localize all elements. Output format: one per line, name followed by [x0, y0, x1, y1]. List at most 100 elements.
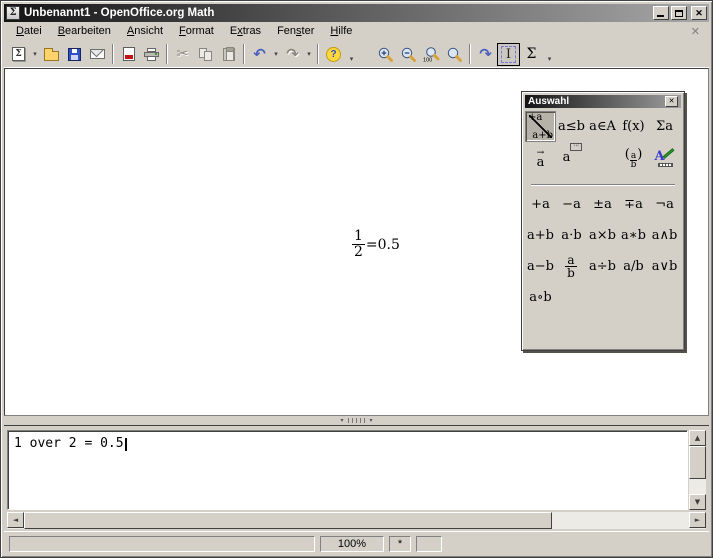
- symbol-a-div-b[interactable]: a÷b: [587, 251, 618, 282]
- pdf-document-icon: [123, 47, 135, 61]
- menu-ansicht[interactable]: Ansicht: [119, 23, 171, 40]
- minimize-button[interactable]: [653, 6, 669, 20]
- symbol-a-ast-b[interactable]: a∗b: [618, 220, 649, 251]
- undo-button[interactable]: ↶: [248, 43, 271, 66]
- arrow-up-icon: ▲: [695, 434, 700, 442]
- selection-palette: Auswahl ✕ +a a+b a≤b a∈A f(x) Σa →: [521, 91, 685, 351]
- toolbar-options-button[interactable]: ▾: [345, 43, 358, 66]
- close-button[interactable]: ✕: [691, 6, 707, 20]
- close-document-icon: ✕: [691, 26, 700, 38]
- splitter-grip-icon: [348, 418, 366, 423]
- symbol-minus-a[interactable]: −a: [556, 189, 587, 220]
- pane-splitter[interactable]: ▾ ▾: [4, 416, 709, 425]
- zoom-all-button[interactable]: [443, 43, 466, 66]
- toolbar-separator: [469, 44, 471, 64]
- chevron-down-icon: ▾: [307, 50, 311, 58]
- category-relations[interactable]: a≤b: [556, 111, 587, 142]
- menu-datei[interactable]: Datei: [8, 23, 50, 40]
- category-formats[interactable]: A: [649, 142, 680, 173]
- vertical-scrollbar[interactable]: ▲ ▼: [689, 430, 706, 510]
- redo-button[interactable]: ↷: [281, 43, 304, 66]
- rendered-formula: 1 2 =0.5: [352, 229, 400, 260]
- toolbar-options-button[interactable]: ▾: [543, 43, 556, 66]
- chevron-down-icon: ▾: [274, 50, 278, 58]
- scroll-left-button[interactable]: ◄: [7, 512, 24, 528]
- unary-binary-icon: +a a+b: [528, 114, 553, 139]
- symbol-not-a[interactable]: ¬a: [649, 189, 680, 220]
- open-button[interactable]: [40, 43, 63, 66]
- symbol-a-circ-b[interactable]: a∘b: [525, 282, 556, 313]
- status-extra-panel: [416, 536, 442, 552]
- horizontal-scroll-thumb[interactable]: [24, 512, 552, 529]
- toolbar-separator: [243, 44, 245, 64]
- vector-a-icon: → a: [537, 149, 545, 167]
- status-modified-panel: *: [389, 536, 411, 552]
- copy-button[interactable]: [194, 43, 217, 66]
- export-pdf-button[interactable]: [117, 43, 140, 66]
- horizontal-scroll-track[interactable]: [552, 512, 689, 529]
- redo-dropdown-button[interactable]: ▾: [304, 43, 314, 66]
- symbol-minusplus-a[interactable]: ∓a: [618, 189, 649, 220]
- vertical-scroll-track[interactable]: [689, 479, 706, 494]
- symbol-a-and-b[interactable]: a∧b: [649, 220, 680, 251]
- zoom-100-icon: 100: [423, 46, 440, 63]
- palette-symbol-grid: +a −a ±a ∓a ¬a a+b a⋅b a×b a∗b a∧b a−b a…: [525, 189, 681, 313]
- category-other[interactable]: a''': [556, 142, 587, 173]
- category-unary-binary-operators[interactable]: +a a+b: [525, 111, 556, 142]
- menu-format[interactable]: Format: [171, 23, 222, 40]
- symbol-plusminus-a[interactable]: ±a: [587, 189, 618, 220]
- menu-hilfe[interactable]: Hilfe: [322, 23, 360, 40]
- menu-bearbeiten[interactable]: Bearbeiten: [50, 23, 119, 40]
- copy-icon: [199, 48, 213, 61]
- palette-titlebar[interactable]: Auswahl ✕: [525, 95, 681, 108]
- zoom-in-button[interactable]: [374, 43, 397, 66]
- vertical-scroll-thumb[interactable]: [689, 446, 706, 479]
- paste-button[interactable]: [217, 43, 240, 66]
- symbol-a-over-b[interactable]: a b: [556, 251, 587, 282]
- symbol-a-times-b[interactable]: a×b: [587, 220, 618, 251]
- zoom-out-button[interactable]: [397, 43, 420, 66]
- new-dropdown-button[interactable]: ▾: [30, 43, 40, 66]
- close-document-button[interactable]: ✕: [686, 25, 705, 38]
- scroll-up-button[interactable]: ▲: [689, 430, 706, 446]
- scroll-down-button[interactable]: ▼: [689, 494, 706, 510]
- help-button[interactable]: ?: [322, 43, 345, 66]
- formula-equals: =0.5: [366, 237, 400, 253]
- horizontal-scrollbar[interactable]: ◄ ►: [7, 512, 706, 529]
- print-button[interactable]: [140, 43, 163, 66]
- symbol-a-plus-b[interactable]: a+b: [525, 220, 556, 251]
- close-icon: ✕: [695, 8, 703, 19]
- palette-close-button[interactable]: ✕: [665, 96, 678, 107]
- symbol-a-or-b[interactable]: a∨b: [649, 251, 680, 282]
- save-button[interactable]: [63, 43, 86, 66]
- maximize-button[interactable]: [671, 6, 687, 20]
- zoom-100-button[interactable]: 100: [420, 43, 443, 66]
- update-button[interactable]: ↷: [474, 43, 497, 66]
- category-functions[interactable]: f(x): [618, 111, 649, 142]
- symbol-a-minus-b[interactable]: a−b: [525, 251, 556, 282]
- new-formula-button[interactable]: Σ: [7, 43, 30, 66]
- menu-fenster[interactable]: Fenster: [269, 23, 322, 40]
- formula-command-input[interactable]: 1 over 2 = 0.5: [7, 430, 688, 510]
- symbol-plus-a[interactable]: +a: [525, 189, 556, 220]
- chevron-down-icon: ▾: [350, 55, 354, 63]
- scroll-right-button[interactable]: ►: [689, 512, 706, 528]
- zoom-in-icon: [377, 46, 394, 63]
- menu-extras[interactable]: Extras: [222, 23, 269, 40]
- category-set-operations[interactable]: a∈A: [587, 111, 618, 142]
- category-brackets[interactable]: (ab): [618, 142, 649, 173]
- status-zoom-panel[interactable]: 100%: [320, 536, 384, 552]
- symbols-catalog-button[interactable]: Σ: [520, 43, 543, 66]
- symbol-a-cdot-b[interactable]: a⋅b: [556, 220, 587, 251]
- formula-view[interactable]: 1 2 =0.5 Auswahl ✕ +a a+b a≤b a∈A: [4, 68, 709, 416]
- formula-cursor-button[interactable]: I: [497, 43, 520, 66]
- symbol-a-slash-b[interactable]: a/b: [618, 251, 649, 282]
- undo-dropdown-button[interactable]: ▾: [271, 43, 281, 66]
- category-attributes[interactable]: → a: [525, 142, 556, 173]
- email-button[interactable]: [86, 43, 109, 66]
- category-operators[interactable]: Σa: [649, 111, 680, 142]
- formats-pencil-icon: A: [655, 149, 675, 167]
- arrow-down-icon: ▼: [695, 498, 700, 506]
- cut-button[interactable]: ✂: [171, 43, 194, 66]
- titlebar[interactable]: Σ Unbenannt1 - OpenOffice.org Math ✕: [4, 4, 709, 22]
